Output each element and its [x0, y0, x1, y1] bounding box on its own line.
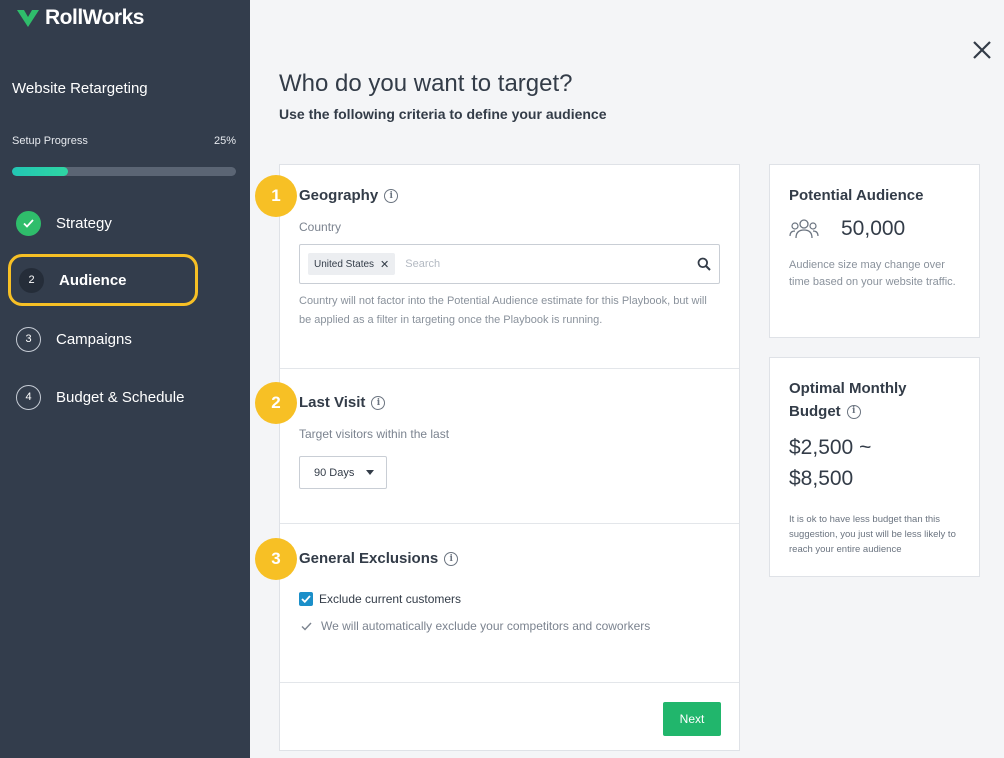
auto-exclusion-text: We will automatically exclude your compe…	[321, 619, 651, 633]
brand-logo-icon	[17, 10, 39, 27]
check-icon	[301, 622, 312, 631]
step-campaigns[interactable]: 3 Campaigns	[8, 313, 198, 365]
country-input[interactable]: United States ✕	[299, 244, 720, 284]
step-badge: 3	[255, 538, 297, 580]
chip-label: United States	[314, 258, 375, 270]
step-label: Audience	[59, 271, 127, 289]
budget-range-high: $8,500	[789, 467, 854, 490]
step-number: 3	[16, 326, 41, 352]
country-chip: United States ✕	[308, 253, 396, 275]
info-icon[interactable]: i	[371, 395, 386, 410]
section-title: General Exclusions i	[299, 550, 459, 567]
section-title: Geography i	[299, 187, 399, 204]
step-badge: 1	[255, 175, 297, 217]
remove-icon[interactable]: ✕	[380, 258, 389, 271]
auto-exclusion-note: We will automatically exclude your compe…	[301, 619, 650, 633]
optimal-budget-title: Optimal Monthly Budget i	[789, 377, 907, 423]
step-number: 2	[19, 267, 44, 293]
page-subtitle: Use the following criteria to define you…	[279, 106, 607, 122]
progress-bar	[12, 167, 236, 176]
section-title-text: Geography	[299, 187, 379, 204]
section-general-exclusions: 3 General Exclusions i Exclude current c…	[255, 524, 739, 683]
audience-note: Audience size may change over time based…	[789, 259, 956, 288]
program-title: Website Retargeting	[12, 80, 148, 97]
people-icon	[789, 219, 819, 239]
country-label: Country	[299, 220, 342, 234]
info-icon[interactable]: i	[444, 551, 459, 566]
country-search-input[interactable]	[405, 258, 697, 270]
step-number: 4	[16, 384, 41, 410]
sidebar: RollWorks Website Retargeting Setup Prog…	[0, 0, 250, 758]
step-audience[interactable]: 2 Audience	[8, 254, 198, 306]
brand-logo[interactable]: RollWorks	[17, 6, 144, 30]
exclude-customers-checkbox[interactable]	[299, 592, 313, 606]
geography-helper-text: Country will not factor into the Potenti…	[299, 295, 707, 326]
step-budget-schedule[interactable]: 4 Budget & Schedule	[8, 371, 198, 423]
potential-audience-title: Potential Audience	[789, 187, 924, 204]
select-value: 90 Days	[314, 466, 355, 479]
step-complete-badge	[16, 210, 41, 236]
progress-percent: 25%	[213, 135, 236, 147]
search-icon[interactable]	[697, 257, 711, 271]
last-visit-select[interactable]: 90 Days	[299, 456, 387, 489]
budget-range-low: $2,500 ~	[789, 436, 872, 459]
budget-range: $2,500 ~ $8,500	[789, 432, 969, 494]
section-title-text: General Exclusions	[299, 550, 439, 567]
step-badge: 2	[255, 382, 297, 424]
budget-note: It is ok to have less budget than this s…	[789, 514, 956, 555]
audience-count: 50,000	[841, 217, 906, 240]
next-button[interactable]: Next	[663, 702, 721, 736]
potential-audience-card: Potential Audience 50,000 Audience size …	[769, 164, 980, 338]
caret-down-icon	[366, 470, 374, 475]
progress-bar-fill	[12, 167, 68, 176]
budget-title-line1: Optimal Monthly	[789, 380, 907, 397]
optimal-budget-card: Optimal Monthly Budget i $2,500 ~ $8,500…	[769, 357, 980, 577]
info-icon[interactable]: i	[846, 404, 861, 419]
checkbox-label: Exclude current customers	[319, 592, 462, 606]
last-visit-label: Target visitors within the last	[299, 427, 450, 441]
step-label: Campaigns	[56, 330, 132, 348]
step-strategy[interactable]: Strategy	[8, 197, 198, 249]
section-last-visit: 2 Last Visit i Target visitors within th…	[255, 369, 739, 524]
close-icon[interactable]	[971, 39, 993, 61]
budget-title-line2-row: Budget i	[789, 400, 907, 423]
check-icon	[301, 595, 311, 603]
criteria-form: 1 Geography i Country United States ✕ Co…	[255, 164, 740, 751]
step-label: Budget & Schedule	[56, 388, 185, 406]
step-label: Strategy	[56, 214, 112, 232]
check-icon	[23, 218, 34, 228]
exclude-customers-row[interactable]: Exclude current customers	[299, 592, 461, 606]
section-title-text: Last Visit	[299, 394, 366, 411]
info-icon[interactable]: i	[384, 188, 399, 203]
budget-title-line2: Budget	[789, 403, 841, 420]
audience-count-row: 50,000	[789, 217, 905, 241]
section-title: Last Visit i	[299, 394, 386, 411]
page-title: Who do you want to target?	[279, 70, 573, 97]
progress-label: Setup Progress	[12, 135, 88, 147]
brand-name: RollWorks	[45, 6, 144, 29]
section-geography: 1 Geography i Country United States ✕ Co…	[255, 165, 739, 369]
